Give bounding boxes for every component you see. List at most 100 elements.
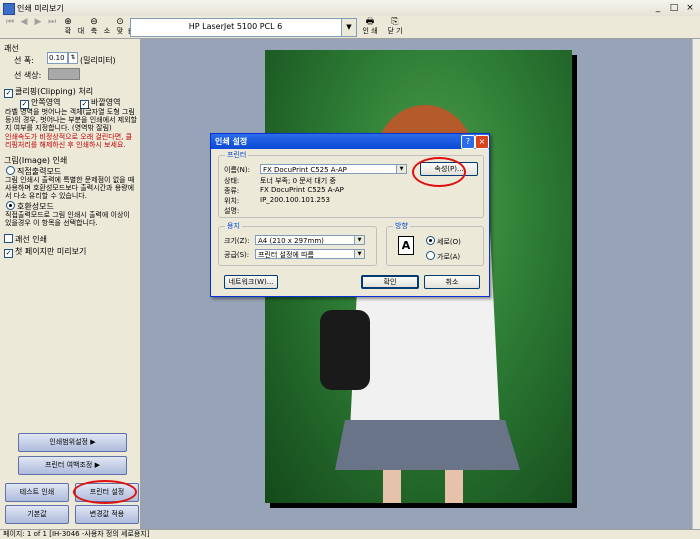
source-label: 공급(S): [224,251,250,259]
prev-page-button[interactable]: ◀ [17,17,31,37]
spin-icon[interactable]: ⇅ [68,52,78,64]
zoom-in-button-2[interactable]: 대 [74,17,88,37]
magnifier-icon [74,17,88,27]
chevron-down-icon[interactable]: ▼ [396,165,406,173]
first-page-icon: ⏮ [5,17,15,27]
annotation-circle-printer-setup [73,480,137,504]
play-icon: ▶ [90,438,96,446]
where-value: IP_200.100.101.253 [260,196,330,204]
dialog-title: 인쇄 설정 [211,134,489,149]
compat-mode-label: 호환성모드 [17,202,54,211]
first-page-button[interactable]: ⏮ [3,17,17,37]
orientation-group: 방향 A 세로(O) 가로(A) [386,221,484,266]
maximize-button[interactable]: □ [668,2,680,14]
line-print-label: 괘선 인쇄 [15,235,47,244]
minimize-button[interactable]: _ [652,2,664,14]
orientation-group-title: 방향 [393,221,410,231]
comment-label: 설명: [224,207,240,215]
last-page-button[interactable]: ⏭ [45,17,59,37]
next-page-icon: ▶ [34,17,42,27]
zoom-in-label-2: 대 [77,27,85,35]
where-label: 위치: [224,197,240,205]
fit-icon: ⊙ [116,17,124,27]
checkbox-icon: ✓ [4,249,13,258]
clipping-label: 클리핑(Clipping) 처리 [15,87,94,96]
door-icon: ⎘ [391,17,399,27]
zoom-in-button[interactable]: ⊕ 확 [61,17,75,37]
close-preview-button[interactable]: ⎘ 닫 기 [386,17,404,37]
magnifier-icon-2 [100,17,114,27]
outer-area-label: 바깥영역 [91,98,121,107]
vertical-scrollbar[interactable] [692,39,700,529]
line-color-swatch[interactable] [48,68,80,80]
apply-button[interactable]: 변경값 적용 [75,505,139,524]
line-color-label: 선 색상: [14,71,42,80]
ok-button[interactable]: 확인 [361,275,419,289]
printer-select-value: HP LaserJet 5100 PCL 6 [188,22,283,31]
direct-mode-note: 그림 인쇄시 출력에 특별한 문제점이 없을 때 사용하며 호환성모드보다 출력… [5,176,135,200]
checkbox-icon [4,234,13,243]
line-width-input[interactable]: 0.10 [47,52,68,64]
printer-margin-button[interactable]: 프린터 여백조정 ▶ [18,456,127,475]
paper-source-select[interactable]: 프린터 설정에 따름 ▼ [255,249,365,259]
first-page-only-label: 첫 페이지만 미리보기 [15,247,87,256]
paper-size-value: A4 (210 x 297mm) [258,237,324,245]
printer-name-value: FX DocuPrint C525 A-AP [263,166,347,174]
paper-group: 용지 크기(Z): A4 (210 x 297mm) ▼ 공급(S): 프린터 설… [218,221,377,266]
line-width-unit: (밀리미터) [80,56,116,65]
chevron-down-icon[interactable]: ▼ [341,19,356,36]
first-page-only-checkbox[interactable]: ✓ 첫 페이지만 미리보기 [4,246,86,258]
zoom-in-label: 확 [64,27,72,35]
portrait-radio[interactable]: 세로(O) [426,236,461,247]
type-label: 종류: [224,187,240,195]
paper-group-title: 용지 [225,221,242,231]
direct-mode-label: 직접출력모드 [17,167,62,176]
title-bar: 인쇄 미리보기 _ □ × [0,0,700,17]
type-value: FX DocuPrint C525 A-AP [260,186,344,194]
printer-select[interactable]: HP LaserJet 5100 PCL 6 ▼ [130,18,357,37]
radio-selected-icon [6,201,15,210]
radio-icon [426,251,435,260]
print-label: 인 쇄 [362,27,378,35]
default-button[interactable]: 기본값 [5,505,69,524]
compat-mode-note: 직접출력모드로 그림 인쇄시 출력에 이상이 있을경우 이 항목을 선택합니다. [5,211,130,227]
next-page-button[interactable]: ▶ [31,17,45,37]
test-print-button[interactable]: 테스트 인쇄 [5,483,69,502]
zoom-out-label: 축 [90,27,98,35]
landscape-label: 가로(A) [437,253,461,261]
landscape-radio[interactable]: 가로(A) [426,251,460,262]
checkbox-icon: ✓ [4,89,13,98]
printer-name-select[interactable]: FX DocuPrint C525 A-AP ▼ [260,164,407,174]
clipping-warning: 인쇄속도가 비정상적으로 오래 걸린다면, 클리핑처리를 해제하신 후 인쇄하시… [5,133,133,149]
fit-button[interactable]: ⊙ 맞 [113,17,127,37]
print-range-label: 인쇄범위설정 [49,438,88,446]
close-preview-label: 닫 기 [387,27,403,35]
status-value: 토너 부족; 0 문서 대기 중 [260,177,336,185]
paper-size-select[interactable]: A4 (210 x 297mm) ▼ [255,235,365,245]
portrait-label: 세로(O) [437,238,461,246]
clipping-note: 라벨 영역을 벗어나는 객체(글자열 도형 그림 등)의 경우, 벗어나는 부분… [5,108,138,132]
print-range-button[interactable]: 인쇄범위설정 ▶ [18,433,127,452]
line-print-checkbox[interactable]: 괘선 인쇄 [4,234,47,245]
last-page-icon: ⏭ [47,17,57,27]
cancel-button[interactable]: 취소 [424,275,480,289]
radio-icon [6,166,15,175]
portrait-page-icon: A [398,236,414,255]
help-icon[interactable]: ? [461,135,475,149]
close-button[interactable]: × [684,2,696,14]
print-button[interactable]: 🖶 인 쇄 [361,17,379,37]
inner-area-label: 안쪽영역 [31,98,61,107]
printer-icon: 🖶 [365,17,375,27]
printer-name-label: 이름(N): [224,166,250,174]
printer-group-title: 프린터 [225,150,249,160]
network-button[interactable]: 네트워크(W)... [224,275,278,289]
toolbar: ⏮ ◀ ▶ ⏭ ⊕확 대 ⊖축 소 ⊙맞 춤 HP LaserJet 5100 … [0,16,700,39]
chevron-down-icon[interactable]: ▼ [354,236,364,244]
zoom-out-button[interactable]: ⊖ 축 [87,17,101,37]
status-label: 상태: [224,177,240,185]
chevron-down-icon[interactable]: ▼ [354,250,364,258]
options-panel: 괘선 선 폭: 0.10 ⇅ (밀리미터) 선 색상: ✓ 클리핑(Clippin… [0,39,141,529]
prev-page-icon: ◀ [20,17,28,27]
dialog-close-icon[interactable]: × [475,135,489,149]
zoom-out-button-2[interactable]: 소 [100,17,114,37]
